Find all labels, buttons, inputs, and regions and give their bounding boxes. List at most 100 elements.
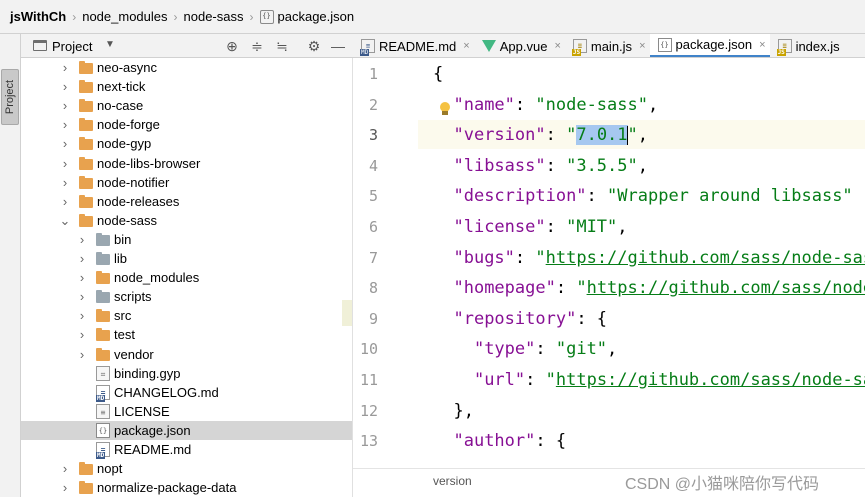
tree-file-row[interactable]: ≡CHANGELOG.md xyxy=(21,383,353,402)
code-token: : xyxy=(586,186,608,207)
chevron-right-icon[interactable]: › xyxy=(76,345,88,364)
collapse-all-icon[interactable]: ≒ xyxy=(274,37,290,55)
chevron-right-icon[interactable]: › xyxy=(59,192,71,211)
tree-scrollbar-thumb[interactable] xyxy=(342,300,352,326)
tree-folder-row[interactable]: › nopt xyxy=(21,459,353,478)
locate-file-icon[interactable]: ⊕ xyxy=(224,37,240,55)
code-token: , xyxy=(617,217,628,237)
tree-folder-row[interactable]: › neo-async xyxy=(21,58,353,77)
tree-folder-row[interactable]: › node-notifier xyxy=(21,173,353,192)
tree-folder-row[interactable]: › scripts xyxy=(21,287,353,306)
tree-folder-row[interactable]: › normalize-package-data xyxy=(21,478,353,497)
chevron-right-icon[interactable]: › xyxy=(76,325,88,344)
chevron-right-icon[interactable]: › xyxy=(59,58,71,77)
editor-tab[interactable]: ≡README.md × xyxy=(353,34,474,57)
chevron-right-icon[interactable]: › xyxy=(76,230,88,249)
tree-folder-row[interactable]: › lib xyxy=(21,249,353,268)
chevron-right-icon[interactable]: › xyxy=(59,459,71,478)
expand-all-icon[interactable]: ≑ xyxy=(249,37,265,55)
folder-icon xyxy=(79,462,93,476)
tree-file-row[interactable]: ⌗ binding.gyp xyxy=(21,364,353,383)
close-icon[interactable]: × xyxy=(639,40,645,52)
folder-icon xyxy=(79,194,93,208)
code-line: "type": "git", xyxy=(433,339,617,359)
code-token: "Wrapper around libsass" xyxy=(607,186,853,207)
editor-tab[interactable]: App.vue × xyxy=(474,34,565,57)
tree-folder-row[interactable]: › node-forge xyxy=(21,115,353,134)
editor-tab-label: index.js xyxy=(795,38,840,54)
tree-folder-row[interactable]: › src xyxy=(21,306,353,325)
tree-folder-row[interactable]: › next-tick xyxy=(21,77,353,96)
tree-file-row[interactable]: ≡ README.md xyxy=(21,440,353,459)
code-token: : xyxy=(555,278,577,299)
breadcrumb-item-node-modules[interactable]: node_modules xyxy=(82,9,167,24)
tree-folder-row[interactable]: › no-case xyxy=(21,96,353,115)
gear-icon[interactable]: ⚙ xyxy=(306,37,322,55)
editor-tab[interactable]: ≡main.js × xyxy=(565,34,650,57)
code-token: "name" xyxy=(453,94,515,115)
tree-folder-row[interactable]: › vendor xyxy=(21,345,353,364)
tree-folder-row[interactable]: › node-libs-browser xyxy=(21,154,353,173)
tree-item-label: node_modules xyxy=(114,270,200,286)
tree-folder-row[interactable]: ⌄ node-sass xyxy=(21,211,353,230)
editor-tab[interactable]: ≡index.js xyxy=(770,34,844,57)
code-token: , xyxy=(637,125,649,146)
tree-item-label: README.md xyxy=(114,442,192,457)
folder-icon xyxy=(79,61,93,74)
chevron-right-icon[interactable]: › xyxy=(76,306,88,325)
project-tool-window-tab[interactable]: Project xyxy=(1,69,19,125)
tree-item-label: package.json xyxy=(114,422,191,438)
close-icon[interactable]: × xyxy=(759,39,765,51)
project-panel-header: Project ▼ ⊕ ≑ ≒ ⚙ — xyxy=(21,34,353,58)
code-token: { xyxy=(433,64,444,84)
code-token: , xyxy=(637,155,648,176)
tree-item-label: node-sass xyxy=(97,212,157,228)
code-line: "libsass": "3.5.5", xyxy=(433,156,648,176)
tree-item-label: node-libs-browser xyxy=(97,155,201,171)
tree-folder-row[interactable]: › node_modules xyxy=(21,268,353,287)
code-token: https://github.com/sass/node-sass xyxy=(555,370,865,390)
chevron-right-icon[interactable]: › xyxy=(76,249,88,268)
line-number: 10 xyxy=(359,340,378,359)
folder-icon xyxy=(79,80,93,94)
chevron-right-icon[interactable]: › xyxy=(59,115,71,134)
line-number: 5 xyxy=(368,187,378,206)
chevron-right-icon[interactable]: › xyxy=(76,287,88,306)
chevron-down-icon[interactable]: ⌄ xyxy=(59,211,71,230)
chevron-right-icon[interactable]: › xyxy=(59,478,71,497)
javascript-icon: ≡ xyxy=(571,39,587,56)
hide-panel-icon[interactable]: — xyxy=(330,37,346,55)
vue-icon xyxy=(481,40,496,52)
line-number: 13 xyxy=(359,432,378,451)
tree-file-row[interactable]: ≡ LICENSE xyxy=(21,402,353,421)
close-icon[interactable]: × xyxy=(463,40,469,52)
chevron-right-icon[interactable]: › xyxy=(59,134,71,153)
tree-folder-row[interactable]: › node-releases xyxy=(21,192,353,211)
tree-item-label: node-releases xyxy=(97,193,180,209)
code-token: , xyxy=(647,94,659,115)
chevron-right-icon[interactable]: › xyxy=(76,268,88,287)
markdown-icon: ≡ xyxy=(360,39,375,56)
chevron-right-icon[interactable]: › xyxy=(59,154,71,173)
close-icon[interactable]: × xyxy=(554,40,560,52)
breadcrumb-item-file[interactable]: {} package.json xyxy=(259,9,354,24)
code-line: "name": "node-sass", xyxy=(433,95,658,115)
tree-file-row[interactable]: {} package.json xyxy=(21,420,353,440)
markdown-file-icon: ≡ xyxy=(96,442,110,459)
editor-tab[interactable]: {} package.json × xyxy=(649,34,770,57)
tree-folder-row[interactable]: › test xyxy=(21,325,353,344)
tree-folder-row[interactable]: › node-gyp xyxy=(21,134,353,153)
breadcrumb-item-project[interactable]: jsWithCh xyxy=(10,9,66,24)
chevron-right-icon[interactable]: › xyxy=(59,173,71,192)
chevron-right-icon[interactable]: › xyxy=(59,77,71,96)
code-editor[interactable]: { "name": "node-sass", "version": "7.0.1… xyxy=(418,58,865,468)
tree-folder-row[interactable]: › bin xyxy=(21,230,353,249)
json-path-label[interactable]: version xyxy=(433,474,472,488)
chevron-down-icon[interactable]: ▼ xyxy=(105,39,115,50)
code-token: : xyxy=(514,247,536,268)
chevron-right-icon[interactable]: › xyxy=(59,96,71,115)
breadcrumb-item-node-sass[interactable]: node-sass xyxy=(184,9,244,24)
project-tool-window-label: Project xyxy=(4,79,16,115)
markdown-file-icon: ≡ xyxy=(96,384,110,402)
project-view-title[interactable]: Project xyxy=(52,39,92,54)
